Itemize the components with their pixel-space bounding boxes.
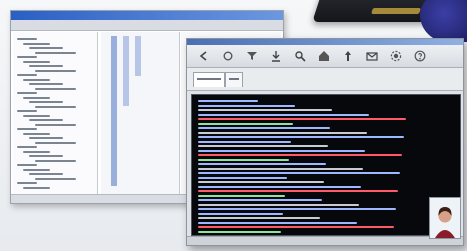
- tree-item[interactable]: [29, 47, 63, 49]
- tree-item[interactable]: [35, 69, 76, 72]
- refresh-icon[interactable]: [221, 49, 235, 63]
- tree-item[interactable]: [23, 168, 50, 171]
- tree-item[interactable]: [17, 74, 37, 76]
- terminal-line: [198, 145, 328, 147]
- terminal-line: [198, 172, 400, 174]
- tree-item[interactable]: [17, 110, 37, 112]
- front-tab-strip: [187, 68, 463, 91]
- tree-item[interactable]: [29, 173, 63, 175]
- terminal-line: [198, 199, 322, 201]
- terminal-line: [198, 149, 365, 152]
- list-pane[interactable]: [101, 32, 180, 194]
- tree-item[interactable]: [17, 128, 37, 130]
- terminal-line: [198, 154, 402, 156]
- terminal-line: [198, 136, 404, 138]
- home-icon[interactable]: [317, 49, 331, 63]
- tree-item[interactable]: [17, 56, 37, 58]
- tree-item[interactable]: [17, 146, 37, 148]
- tree-item[interactable]: [29, 101, 63, 103]
- terminal-output[interactable]: [191, 94, 461, 236]
- tree-item[interactable]: [35, 177, 76, 180]
- tree-item[interactable]: [17, 92, 37, 94]
- terminal-line: [198, 212, 283, 215]
- back-window-toolbar: [11, 20, 283, 31]
- tree-item[interactable]: [23, 114, 50, 117]
- terminal-line: [198, 113, 369, 116]
- download-icon[interactable]: [269, 49, 283, 63]
- settings-icon[interactable]: [389, 49, 403, 63]
- terminal-line: [198, 226, 394, 228]
- tree-item[interactable]: [29, 83, 63, 85]
- tree-item[interactable]: [17, 164, 37, 166]
- front-toolbar: [187, 45, 463, 68]
- tree-item[interactable]: [35, 159, 76, 162]
- terminal-line: [198, 230, 281, 233]
- tree-item[interactable]: [29, 137, 63, 139]
- tree-item[interactable]: [23, 78, 50, 81]
- search-icon[interactable]: [293, 49, 307, 63]
- terminal-line: [198, 109, 332, 111]
- tree-item[interactable]: [29, 65, 63, 67]
- list-column-highlight: [111, 36, 117, 186]
- mail-icon[interactable]: [365, 49, 379, 63]
- tab-1[interactable]: [193, 72, 225, 87]
- terminal-line: [198, 100, 258, 102]
- tree-item[interactable]: [23, 96, 50, 99]
- tree-item[interactable]: [17, 38, 37, 40]
- tree-item[interactable]: [29, 119, 63, 121]
- hardware-device-edge: [371, 8, 421, 14]
- tree-item[interactable]: [29, 155, 63, 157]
- terminal-line: [198, 203, 359, 206]
- terminal-line: [198, 208, 396, 210]
- tree-item[interactable]: [23, 150, 50, 153]
- terminal-line: [198, 122, 293, 125]
- tree-item[interactable]: [23, 186, 50, 189]
- terminal-line: [198, 217, 320, 219]
- user-photo-icon: [429, 197, 461, 239]
- terminal-line: [198, 194, 285, 197]
- terminal-line: [198, 127, 330, 129]
- tree-item[interactable]: [23, 42, 50, 45]
- list-column-highlight: [135, 36, 141, 76]
- terminal-line: [198, 118, 406, 120]
- tree-item[interactable]: [35, 87, 76, 90]
- terminal-line: [198, 163, 326, 165]
- help-icon[interactable]: [413, 49, 427, 63]
- tree-item[interactable]: [17, 182, 37, 184]
- terminal-line: [198, 104, 295, 107]
- terminal-line: [198, 131, 367, 134]
- filter-icon[interactable]: [245, 49, 259, 63]
- front-window: [186, 38, 464, 246]
- back-arrow-icon[interactable]: [197, 49, 211, 63]
- pin-icon[interactable]: [341, 49, 355, 63]
- tree-pane[interactable]: [13, 32, 98, 194]
- terminal-line: [198, 167, 363, 170]
- tree-item[interactable]: [23, 132, 50, 135]
- front-window-status-bar: [187, 236, 463, 245]
- tree-item[interactable]: [35, 51, 76, 54]
- list-column-highlight: [123, 36, 129, 106]
- back-window-titlebar[interactable]: [11, 11, 283, 20]
- terminal-line: [198, 181, 324, 183]
- terminal-line: [198, 158, 289, 161]
- tree-item[interactable]: [35, 123, 76, 126]
- terminal-line: [198, 190, 398, 192]
- terminal-line: [198, 185, 361, 188]
- tree-item[interactable]: [35, 141, 76, 144]
- terminal-line: [198, 176, 287, 179]
- tab-2[interactable]: [225, 72, 243, 87]
- terminal-line: [198, 221, 357, 224]
- terminal-line: [198, 140, 291, 143]
- tree-item[interactable]: [35, 105, 76, 108]
- tree-item[interactable]: [23, 60, 50, 63]
